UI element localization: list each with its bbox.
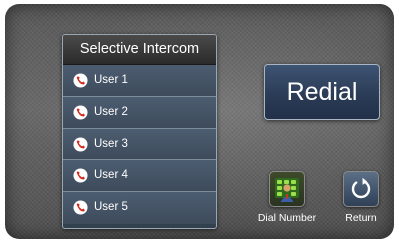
keypad-person-icon [275,178,299,202]
user-label: User 3 [94,137,128,150]
user-item-1[interactable]: User 1 [63,65,216,97]
phone-handset-icon [73,168,88,183]
user-label: User 1 [94,74,128,86]
refresh-arrow-icon [351,177,371,199]
user-item-5[interactable]: User 5 [63,192,216,224]
intercom-panel: Selective Intercom User 1 User 2 User 3 [62,34,217,229]
user-item-3[interactable]: User 3 [63,128,216,161]
dial-number-button[interactable] [269,171,305,207]
phone-handset-icon [73,137,88,152]
return-button[interactable] [343,171,379,207]
user-label: User 4 [94,169,128,182]
user-label: User 5 [94,201,128,214]
phone-handset-icon [73,73,88,88]
redial-button[interactable]: Redial [264,64,380,120]
device-screen: Selective Intercom User 1 User 2 User 3 [5,4,394,239]
return-label: Return [345,212,377,224]
phone-handset-icon [73,200,88,215]
user-item-4[interactable]: User 4 [63,160,216,193]
phone-handset-icon [73,105,88,120]
panel-title: Selective Intercom [63,35,216,65]
user-label: User 2 [94,105,128,118]
user-item-2[interactable]: User 2 [63,96,216,129]
dial-number-label: Dial Number [257,212,317,224]
